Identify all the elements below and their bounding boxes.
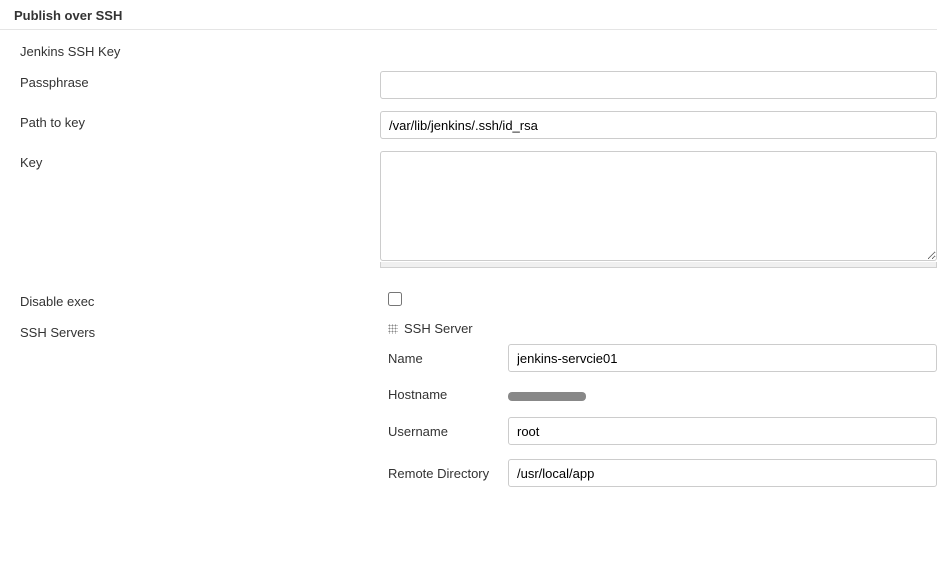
ssh-server-title: SSH Server [404,321,473,336]
ssh-server-header: SSH Server [388,321,937,336]
server-name-label: Name [388,351,508,366]
server-name-input[interactable] [508,344,937,372]
ssh-servers-label: SSH Servers [20,321,388,340]
disable-exec-checkbox[interactable] [388,292,402,306]
ssh-key-header: Jenkins SSH Key [0,36,937,65]
server-username-row: Username [388,417,937,445]
key-textarea[interactable] [380,151,937,261]
key-row: Key [0,145,937,274]
disable-exec-row: Disable exec [0,284,937,315]
passphrase-row: Passphrase [0,65,937,105]
server-remotedir-row: Remote Directory [388,459,937,487]
passphrase-input[interactable] [380,71,937,99]
server-hostname-row: Hostname [388,386,937,403]
server-hostname-label: Hostname [388,387,508,402]
server-username-label: Username [388,424,508,439]
ssh-servers-row: SSH Servers SSH Server Name Hostname Use… [0,315,937,507]
server-username-input[interactable] [508,417,937,445]
passphrase-label: Passphrase [20,71,380,90]
drag-handle-icon[interactable] [388,324,398,334]
server-remotedir-label: Remote Directory [388,466,508,481]
disable-exec-label: Disable exec [20,290,388,309]
server-remotedir-input[interactable] [508,459,937,487]
section-title: Publish over SSH [0,0,937,30]
textarea-resize-bar[interactable] [380,262,937,268]
path-to-key-input[interactable] [380,111,937,139]
path-to-key-label: Path to key [20,111,380,130]
server-name-row: Name [388,344,937,372]
path-to-key-row: Path to key [0,105,937,145]
key-label: Key [20,151,380,170]
hostname-redacted [508,392,586,401]
